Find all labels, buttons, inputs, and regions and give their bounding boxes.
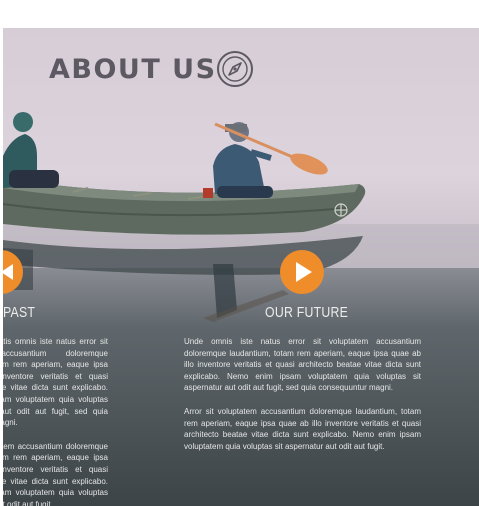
- previous-button[interactable]: [3, 250, 23, 294]
- next-button[interactable]: [280, 250, 324, 294]
- about-panel: ABOUT US PAST OUR FUTURE Sed ut perspici…: [3, 28, 479, 506]
- compass-icon: [217, 51, 253, 87]
- past-paragraph: Sed ut perspiciatis omnis iste natus err…: [3, 337, 108, 428]
- play-arrow-icon: [281, 251, 323, 293]
- page: ABOUT US PAST OUR FUTURE Sed ut perspici…: [0, 0, 479, 506]
- past-paragraph: Arror sit voluptatem accusantium dolorem…: [3, 441, 108, 506]
- chevron-left-icon: [3, 251, 22, 293]
- page-title: ABOUT US: [49, 54, 217, 85]
- future-paragraph: Arror sit voluptatem accusantium dolorem…: [184, 406, 421, 451]
- future-paragraph: Unde omnis iste natus error sit voluptat…: [184, 337, 421, 393]
- section-heading-future: OUR FUTURE: [265, 304, 349, 321]
- section-heading-past: PAST: [3, 304, 36, 321]
- future-text-column: Unde omnis iste natus error sit voluptat…: [184, 336, 421, 464]
- past-text-column: Sed ut perspiciatis omnis iste natus err…: [3, 336, 108, 506]
